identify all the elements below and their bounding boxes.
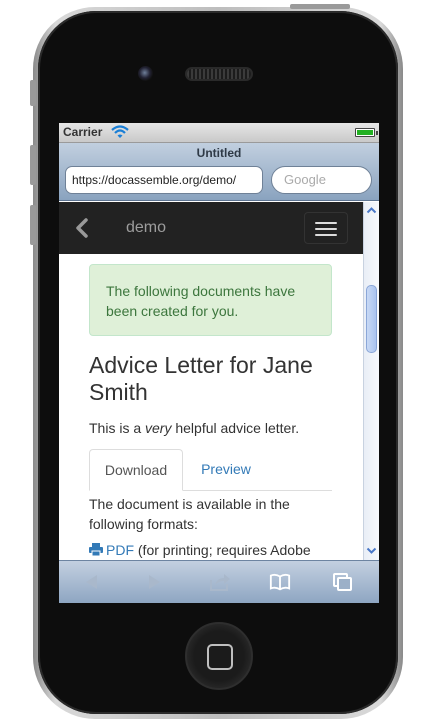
hamburger-icon-bar [315, 234, 337, 236]
document-heading: Advice Letter for Jane Smith [89, 352, 313, 405]
scroll-down-icon[interactable] [365, 544, 378, 557]
share-icon[interactable] [209, 572, 231, 592]
scroll-thumb[interactable] [366, 285, 377, 353]
back-icon[interactable] [81, 572, 103, 592]
pdf-format-row: PDF (for printing; requires Adobe [89, 542, 363, 558]
pdf-note: (for printing; requires Adobe [134, 542, 311, 558]
battery-fill [357, 130, 373, 135]
bookmarks-icon[interactable] [269, 572, 291, 592]
phone-screen: Carrier Untitled https://docassemble.org… [59, 123, 379, 603]
scroll-up-icon[interactable] [365, 204, 378, 217]
intro-prefix: This is a [89, 420, 146, 436]
status-bar: Carrier [59, 123, 379, 143]
success-alert: The following documents have been create… [89, 264, 332, 336]
hamburger-icon-bar [315, 228, 337, 230]
volume-down-button [30, 205, 36, 245]
web-content: demo The following documents have been c… [59, 202, 363, 560]
search-input[interactable]: Google [271, 166, 372, 194]
pages-icon[interactable] [332, 572, 354, 592]
pdf-link[interactable]: PDF [106, 542, 134, 558]
battery-icon [355, 128, 378, 137]
intro-emphasis: very [145, 420, 172, 436]
menu-toggle-button[interactable] [304, 212, 348, 244]
carrier-label: Carrier [63, 125, 103, 139]
page-scrollbar[interactable] [363, 202, 379, 560]
back-chevron-icon[interactable] [73, 218, 93, 238]
document-tabs: Download Preview [89, 449, 332, 491]
tab-download[interactable]: Download [89, 449, 183, 491]
intro-suffix: helpful advice letter. [171, 420, 300, 436]
home-button[interactable] [185, 622, 253, 690]
home-square-icon [207, 644, 233, 670]
volume-up-button [30, 145, 36, 185]
browser-address-bar: Untitled https://docassemble.org/demo/ G… [59, 143, 379, 201]
navbar: demo [59, 202, 363, 254]
url-input[interactable]: https://docassemble.org/demo/ [65, 166, 263, 194]
front-camera [138, 66, 153, 81]
sleep-button [290, 4, 350, 9]
earpiece-speaker [185, 67, 253, 81]
battery-tip [376, 131, 378, 135]
browser-toolbar [59, 560, 379, 603]
wifi-icon [111, 125, 129, 138]
browser-page-title: Untitled [196, 146, 242, 160]
hamburger-icon [315, 222, 337, 224]
intro-text: This is a very helpful advice letter. [89, 420, 299, 436]
mute-switch [30, 80, 36, 106]
printer-icon [89, 543, 103, 556]
navbar-brand[interactable]: demo [126, 219, 166, 237]
tab-preview[interactable]: Preview [189, 449, 263, 491]
formats-description: The document is available in the followi… [89, 496, 290, 532]
forward-icon[interactable] [143, 572, 165, 592]
